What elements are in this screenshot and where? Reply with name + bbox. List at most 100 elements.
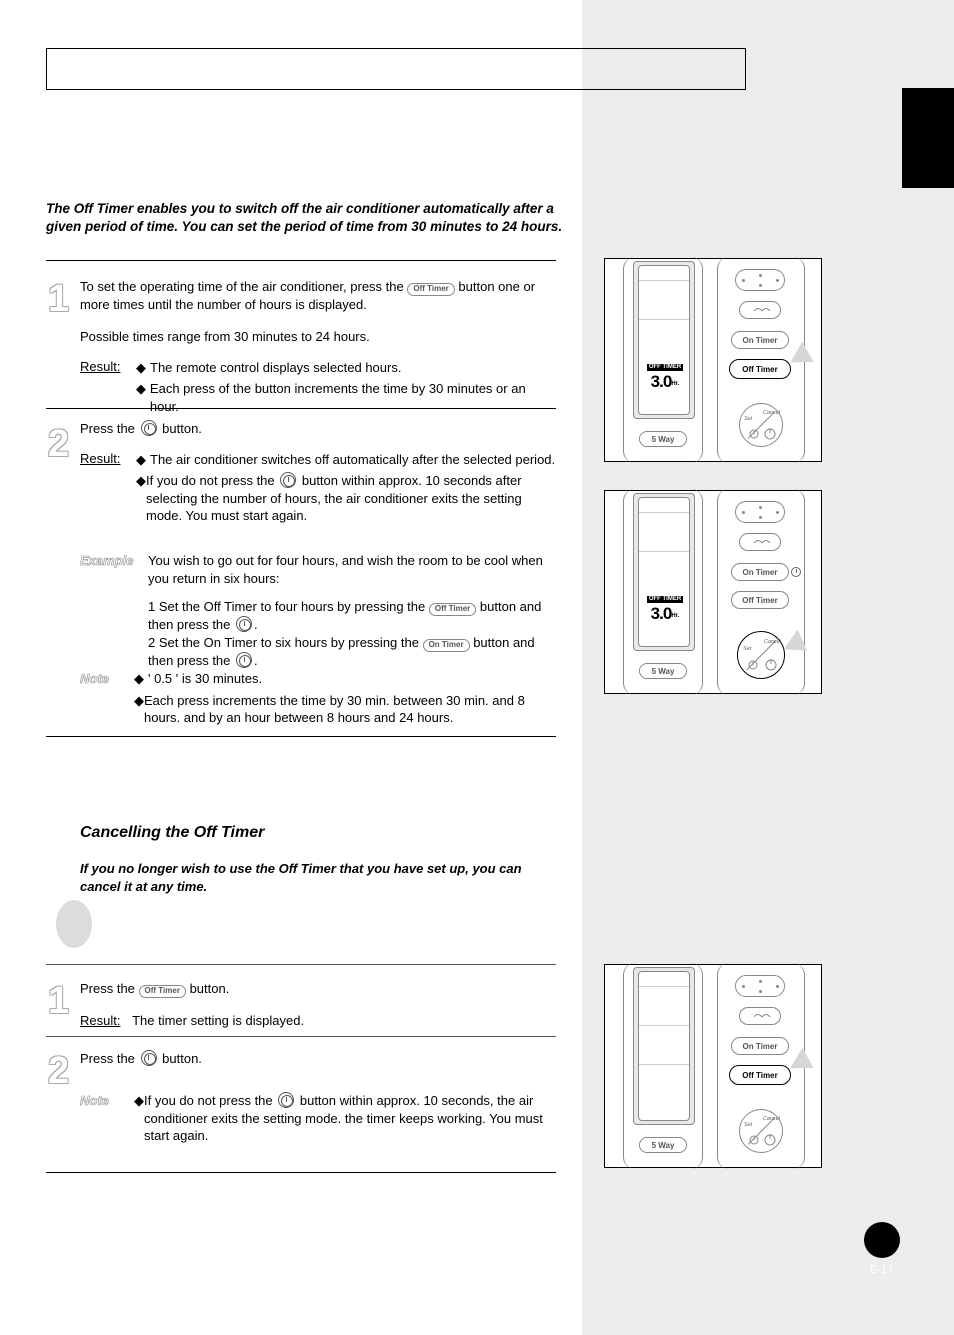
- step-number-1: 1: [48, 278, 69, 321]
- rule: [46, 260, 556, 261]
- dpad-button[interactable]: [735, 501, 785, 523]
- step-2-result: Result: ◆The air conditioner switches of…: [80, 450, 556, 525]
- page-number: E-17: [870, 1264, 893, 1276]
- example-body: You wish to go out for four hours, and w…: [148, 552, 556, 587]
- fan-button[interactable]: [739, 533, 781, 551]
- rule: [46, 1036, 556, 1037]
- set-cancel-icon: [278, 1092, 294, 1108]
- off-timer-button[interactable]: Off Timer: [729, 1065, 791, 1085]
- step-1-possible: Possible times range from 30 minutes to …: [80, 328, 556, 346]
- cancel-note-body: ◆ If you do not press the button within …: [134, 1092, 554, 1145]
- label-result: Result:: [80, 451, 120, 466]
- clock-icon: [791, 567, 801, 577]
- text: Press the: [80, 421, 139, 436]
- set-cancel-icon: [280, 472, 296, 488]
- off-timer-button-ref: Off Timer: [429, 603, 476, 616]
- bullet-icon: ◆: [136, 359, 150, 377]
- five-way-button[interactable]: 5 Way: [639, 431, 687, 447]
- dpad-button[interactable]: [735, 975, 785, 997]
- label-example: Example: [80, 552, 133, 570]
- rule: [46, 964, 556, 965]
- bullet-icon: ◆: [134, 670, 148, 688]
- five-way-button[interactable]: 5 Way: [639, 1137, 687, 1153]
- on-timer-button[interactable]: On Timer: [731, 331, 789, 349]
- cancel-heading: Cancelling the Off Timer: [80, 824, 264, 842]
- label-note: Note: [80, 1092, 109, 1110]
- example-item-2: 2 Set the On Timer to six hours by press…: [148, 634, 556, 669]
- bullet-icon: ◆: [136, 472, 146, 525]
- lcd-inner: [638, 971, 690, 1121]
- set-cancel-icon: [141, 1050, 157, 1066]
- set-cancel-button[interactable]: Set Cancel: [737, 631, 785, 679]
- on-timer-button[interactable]: On Timer: [731, 563, 789, 581]
- off-timer-button[interactable]: Off Timer: [731, 591, 789, 609]
- page: Setting the Off Timer The Off Timer enab…: [0, 0, 954, 1335]
- label-result: Result:: [80, 1013, 120, 1028]
- text: If you do not press the button within ap…: [144, 1092, 554, 1145]
- text: Each press of the button increments the …: [150, 380, 556, 415]
- cancel-step-number-2: 2: [48, 1050, 69, 1093]
- step-1-body: To set the operating time of the air con…: [80, 278, 556, 313]
- cancel-big-icon-bg: [56, 900, 92, 948]
- off-timer-button-ref: Off Timer: [139, 985, 186, 998]
- page-corner-dot: [864, 1222, 900, 1258]
- set-cancel-icon: [141, 420, 157, 436]
- clock-small-icon: [738, 632, 786, 680]
- fan-button[interactable]: [739, 1007, 781, 1025]
- lcd-hr-unit: Hr.: [671, 381, 679, 387]
- lcd-off-timer: OFF TIMER 3.0Hr.: [645, 587, 685, 624]
- fan-icon: [740, 534, 782, 552]
- text: Press the: [80, 1051, 139, 1066]
- label-result: Result:: [80, 359, 120, 374]
- cancel-step-1: Press the Off Timer button. Result: The …: [80, 980, 556, 1029]
- cancel-intro: If you no longer wish to use the Off Tim…: [80, 860, 556, 895]
- on-timer-button[interactable]: On Timer: [731, 1037, 789, 1055]
- fan-icon: [740, 302, 782, 320]
- text: To set the operating time of the air con…: [80, 279, 407, 294]
- off-timer-button[interactable]: Off Timer: [729, 359, 791, 379]
- text: Press the: [80, 981, 139, 996]
- lcd-hr-unit: Hr.: [671, 613, 679, 619]
- lcd-off-timer-label: OFF TIMER: [647, 596, 683, 603]
- remote-illustration-cancel: 5 Way On Timer Off Timer Set Cancel: [604, 964, 822, 1168]
- set-cancel-icon: [236, 616, 252, 632]
- fan-button[interactable]: [739, 301, 781, 319]
- fan-icon: [740, 1008, 782, 1026]
- on-timer-button-ref: On Timer: [423, 639, 470, 652]
- text: ' 0.5 ' is 30 minutes.: [148, 670, 262, 688]
- set-cancel-button[interactable]: Set Cancel: [739, 1109, 783, 1153]
- step-2-lead: Press the button.: [80, 420, 556, 438]
- clock-small-icon: [740, 404, 784, 448]
- remote-illustration-set-cancel: OFF TIMER 3.0Hr. 5 Way On Timer Off Time…: [604, 490, 822, 694]
- edge-tab: [902, 88, 954, 188]
- set-cancel-button[interactable]: Set Cancel: [739, 403, 783, 447]
- clock-small-icon: [740, 1110, 784, 1154]
- rule: [46, 736, 556, 737]
- text: button.: [162, 421, 202, 436]
- label-note: Note: [80, 670, 109, 688]
- lcd-inner: [638, 265, 690, 415]
- text: The remote control displays selected hou…: [150, 359, 401, 377]
- rule: [46, 1172, 556, 1173]
- cancel-step-number-1: 1: [48, 980, 69, 1023]
- rule: [46, 408, 556, 409]
- dpad-button[interactable]: [735, 269, 785, 291]
- step-1-result: Result: ◆The remote control displays sel…: [80, 358, 556, 415]
- example-item-1: 1 Set the Off Timer to four hours by pre…: [148, 598, 556, 633]
- off-timer-button-ref: Off Timer: [407, 283, 454, 296]
- lcd-off-timer: OFF TIMER 3.0Hr.: [645, 355, 685, 392]
- page-title: Setting the Off Timer: [59, 56, 286, 83]
- title-box: Setting the Off Timer: [46, 48, 746, 90]
- lcd-inner: [638, 497, 690, 647]
- text: 2 Set the On Timer to six hours by press…: [148, 635, 423, 650]
- lcd-off-timer-value: 3.0: [651, 372, 672, 391]
- bullet-icon: ◆: [134, 1092, 144, 1145]
- bullet-icon: ◆: [136, 451, 150, 469]
- bullet-icon: ◆: [136, 380, 150, 415]
- bullet-icon: ◆: [134, 692, 144, 727]
- text: The air conditioner switches off automat…: [150, 451, 555, 469]
- set-cancel-icon: [236, 652, 252, 668]
- text: 1 Set the Off Timer to four hours by pre…: [148, 599, 429, 614]
- intro-paragraph: The Off Timer enables you to switch off …: [46, 200, 566, 236]
- five-way-button[interactable]: 5 Way: [639, 663, 687, 679]
